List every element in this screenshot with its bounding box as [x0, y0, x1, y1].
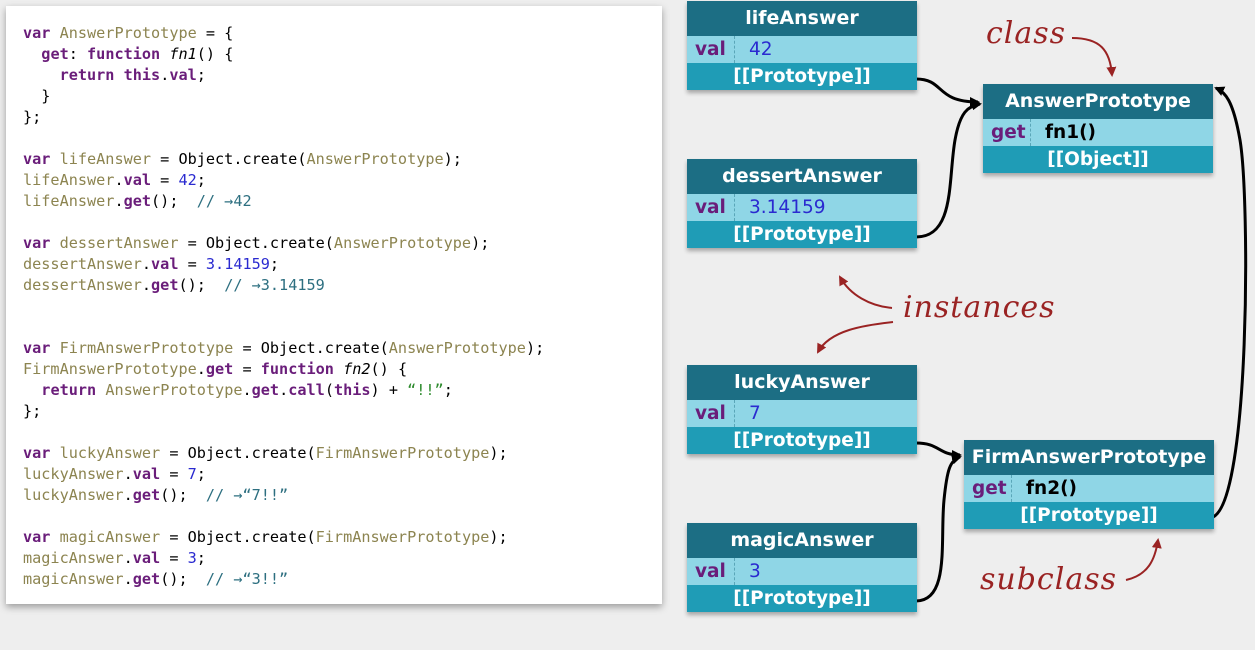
label-class: class — [986, 16, 1067, 51]
object-box-firmanswerprototype: FirmAnswerPrototype get fn2() [[Prototype… — [964, 440, 1214, 529]
object-box-magicanswer: magicAnswer val 3 [[Prototype]] — [687, 523, 917, 612]
label-subclass: subclass — [980, 562, 1117, 597]
property-value: fn2() — [1026, 478, 1078, 499]
label-instances: instances — [903, 290, 1056, 325]
arrow-firmproto-to-answerproto — [1212, 86, 1248, 519]
prototype-slot: [[Prototype]] — [733, 588, 871, 609]
arrow-instances-to-lucky — [817, 321, 894, 354]
object-title: lifeAnswer — [687, 1, 917, 36]
object-title: magicAnswer — [687, 523, 917, 558]
object-title: AnswerPrototype — [983, 84, 1213, 119]
property-key: val — [687, 36, 735, 63]
property-value: 42 — [749, 39, 773, 60]
property-key: get — [964, 475, 1012, 502]
arrow-instances-to-dessert — [839, 275, 893, 309]
property-value: 7 — [749, 403, 761, 424]
property-key: val — [687, 400, 735, 427]
property-value: fn1() — [1045, 122, 1097, 143]
prototype-slot: [[Prototype]] — [733, 66, 871, 87]
arrow-lucky-to-firmproto — [915, 441, 962, 460]
object-box-luckyanswer: luckyAnswer val 7 [[Prototype]] — [687, 365, 917, 454]
arrow-class-label — [1071, 37, 1117, 77]
arrow-dessert-to-answerproto — [915, 100, 982, 239]
prototype-slot: [[Prototype]] — [733, 430, 871, 451]
object-box-answerprototype: AnswerPrototype get fn1() [[Object]] — [983, 84, 1213, 173]
property-value: 3 — [749, 561, 761, 582]
object-title: luckyAnswer — [687, 365, 917, 400]
property-key: get — [983, 119, 1031, 146]
object-box-dessertanswer: dessertAnswer val 3.14159 [[Prototype]] — [687, 159, 917, 248]
object-box-lifeanswer: lifeAnswer val 42 [[Prototype]] — [687, 1, 917, 90]
property-value: 3.14159 — [749, 197, 826, 218]
prototype-slot: [[Prototype]] — [1020, 505, 1158, 526]
arrow-magic-to-firmproto — [915, 454, 962, 603]
property-key: val — [687, 194, 735, 221]
prototype-slot: [[Object]] — [1047, 149, 1149, 170]
property-key: val — [687, 558, 735, 585]
arrow-life-to-answerproto — [915, 77, 980, 107]
arrow-subclass-label — [1125, 538, 1162, 581]
object-title: FirmAnswerPrototype — [964, 440, 1214, 475]
prototype-slot: [[Prototype]] — [733, 224, 871, 245]
object-title: dessertAnswer — [687, 159, 917, 194]
